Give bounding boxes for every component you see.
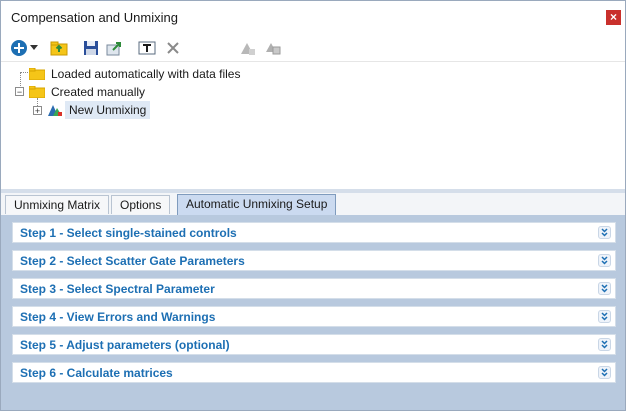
- chevron-down-icon[interactable]: [598, 254, 611, 267]
- window-title: Compensation and Unmixing: [11, 10, 178, 25]
- unmixing-icon: [48, 105, 62, 116]
- step-title: Step 3 - Select Spectral Parameter: [20, 282, 215, 296]
- save-icon[interactable]: [81, 38, 101, 58]
- step-title: Step 4 - View Errors and Warnings: [20, 310, 216, 324]
- step-2-header[interactable]: Step 2 - Select Scatter Gate Parameters: [12, 250, 616, 271]
- step-6-header[interactable]: Step 6 - Calculate matrices: [12, 362, 616, 383]
- apply-icon[interactable]: [237, 38, 257, 58]
- tree-item-label: Loaded automatically with data files: [51, 67, 241, 81]
- automatic-unmixing-panel: Step 1 - Select single-stained controls …: [1, 215, 625, 410]
- step-5-header[interactable]: Step 5 - Adjust parameters (optional): [12, 334, 616, 355]
- compensation-window: Compensation and Unmixing × Loaded autom…: [0, 0, 626, 411]
- step-title: Step 5 - Adjust parameters (optional): [20, 338, 230, 352]
- tab-unmixing-matrix[interactable]: Unmixing Matrix: [5, 195, 110, 214]
- close-button[interactable]: ×: [606, 10, 621, 25]
- tab-strip: Unmixing Matrix Options Automatic Unmixi…: [1, 193, 625, 216]
- step-title: Step 6 - Calculate matrices: [20, 366, 173, 380]
- add-icon[interactable]: [9, 38, 29, 58]
- chevron-down-icon[interactable]: [598, 226, 611, 239]
- step-1-header[interactable]: Step 1 - Select single-stained controls: [12, 222, 616, 243]
- tab-options[interactable]: Options: [111, 195, 171, 214]
- folder-icon: [29, 86, 45, 98]
- tree-item-label: New Unmixing: [65, 101, 151, 119]
- folder-icon: [29, 68, 45, 80]
- tab-automatic-unmixing-setup[interactable]: Automatic Unmixing Setup: [177, 194, 337, 215]
- toolbar: [1, 35, 625, 61]
- step-4-header[interactable]: Step 4 - View Errors and Warnings: [12, 306, 616, 327]
- step-3-header[interactable]: Step 3 - Select Spectral Parameter: [12, 278, 616, 299]
- chevron-down-icon[interactable]: [598, 282, 611, 295]
- delete-icon[interactable]: [163, 38, 183, 58]
- rename-icon[interactable]: [137, 38, 157, 58]
- chevron-down-icon[interactable]: [598, 338, 611, 351]
- tree-item-label: Created manually: [51, 85, 146, 99]
- step-title: Step 1 - Select single-stained controls: [20, 226, 237, 240]
- step-title: Step 2 - Select Scatter Gate Parameters: [20, 254, 245, 268]
- expand-toggle[interactable]: +: [33, 106, 42, 116]
- title-bar: Compensation and Unmixing ×: [1, 1, 625, 33]
- collapse-toggle[interactable]: −: [15, 87, 24, 97]
- chevron-down-icon[interactable]: [598, 366, 611, 379]
- dropdown-arrow-icon[interactable]: [29, 38, 39, 58]
- open-folder-icon[interactable]: [49, 38, 69, 58]
- copy-icon[interactable]: [263, 38, 283, 58]
- unmixing-tree: Loaded automatically with data files − C…: [1, 61, 625, 189]
- export-icon[interactable]: [105, 38, 125, 58]
- chevron-down-icon[interactable]: [598, 310, 611, 323]
